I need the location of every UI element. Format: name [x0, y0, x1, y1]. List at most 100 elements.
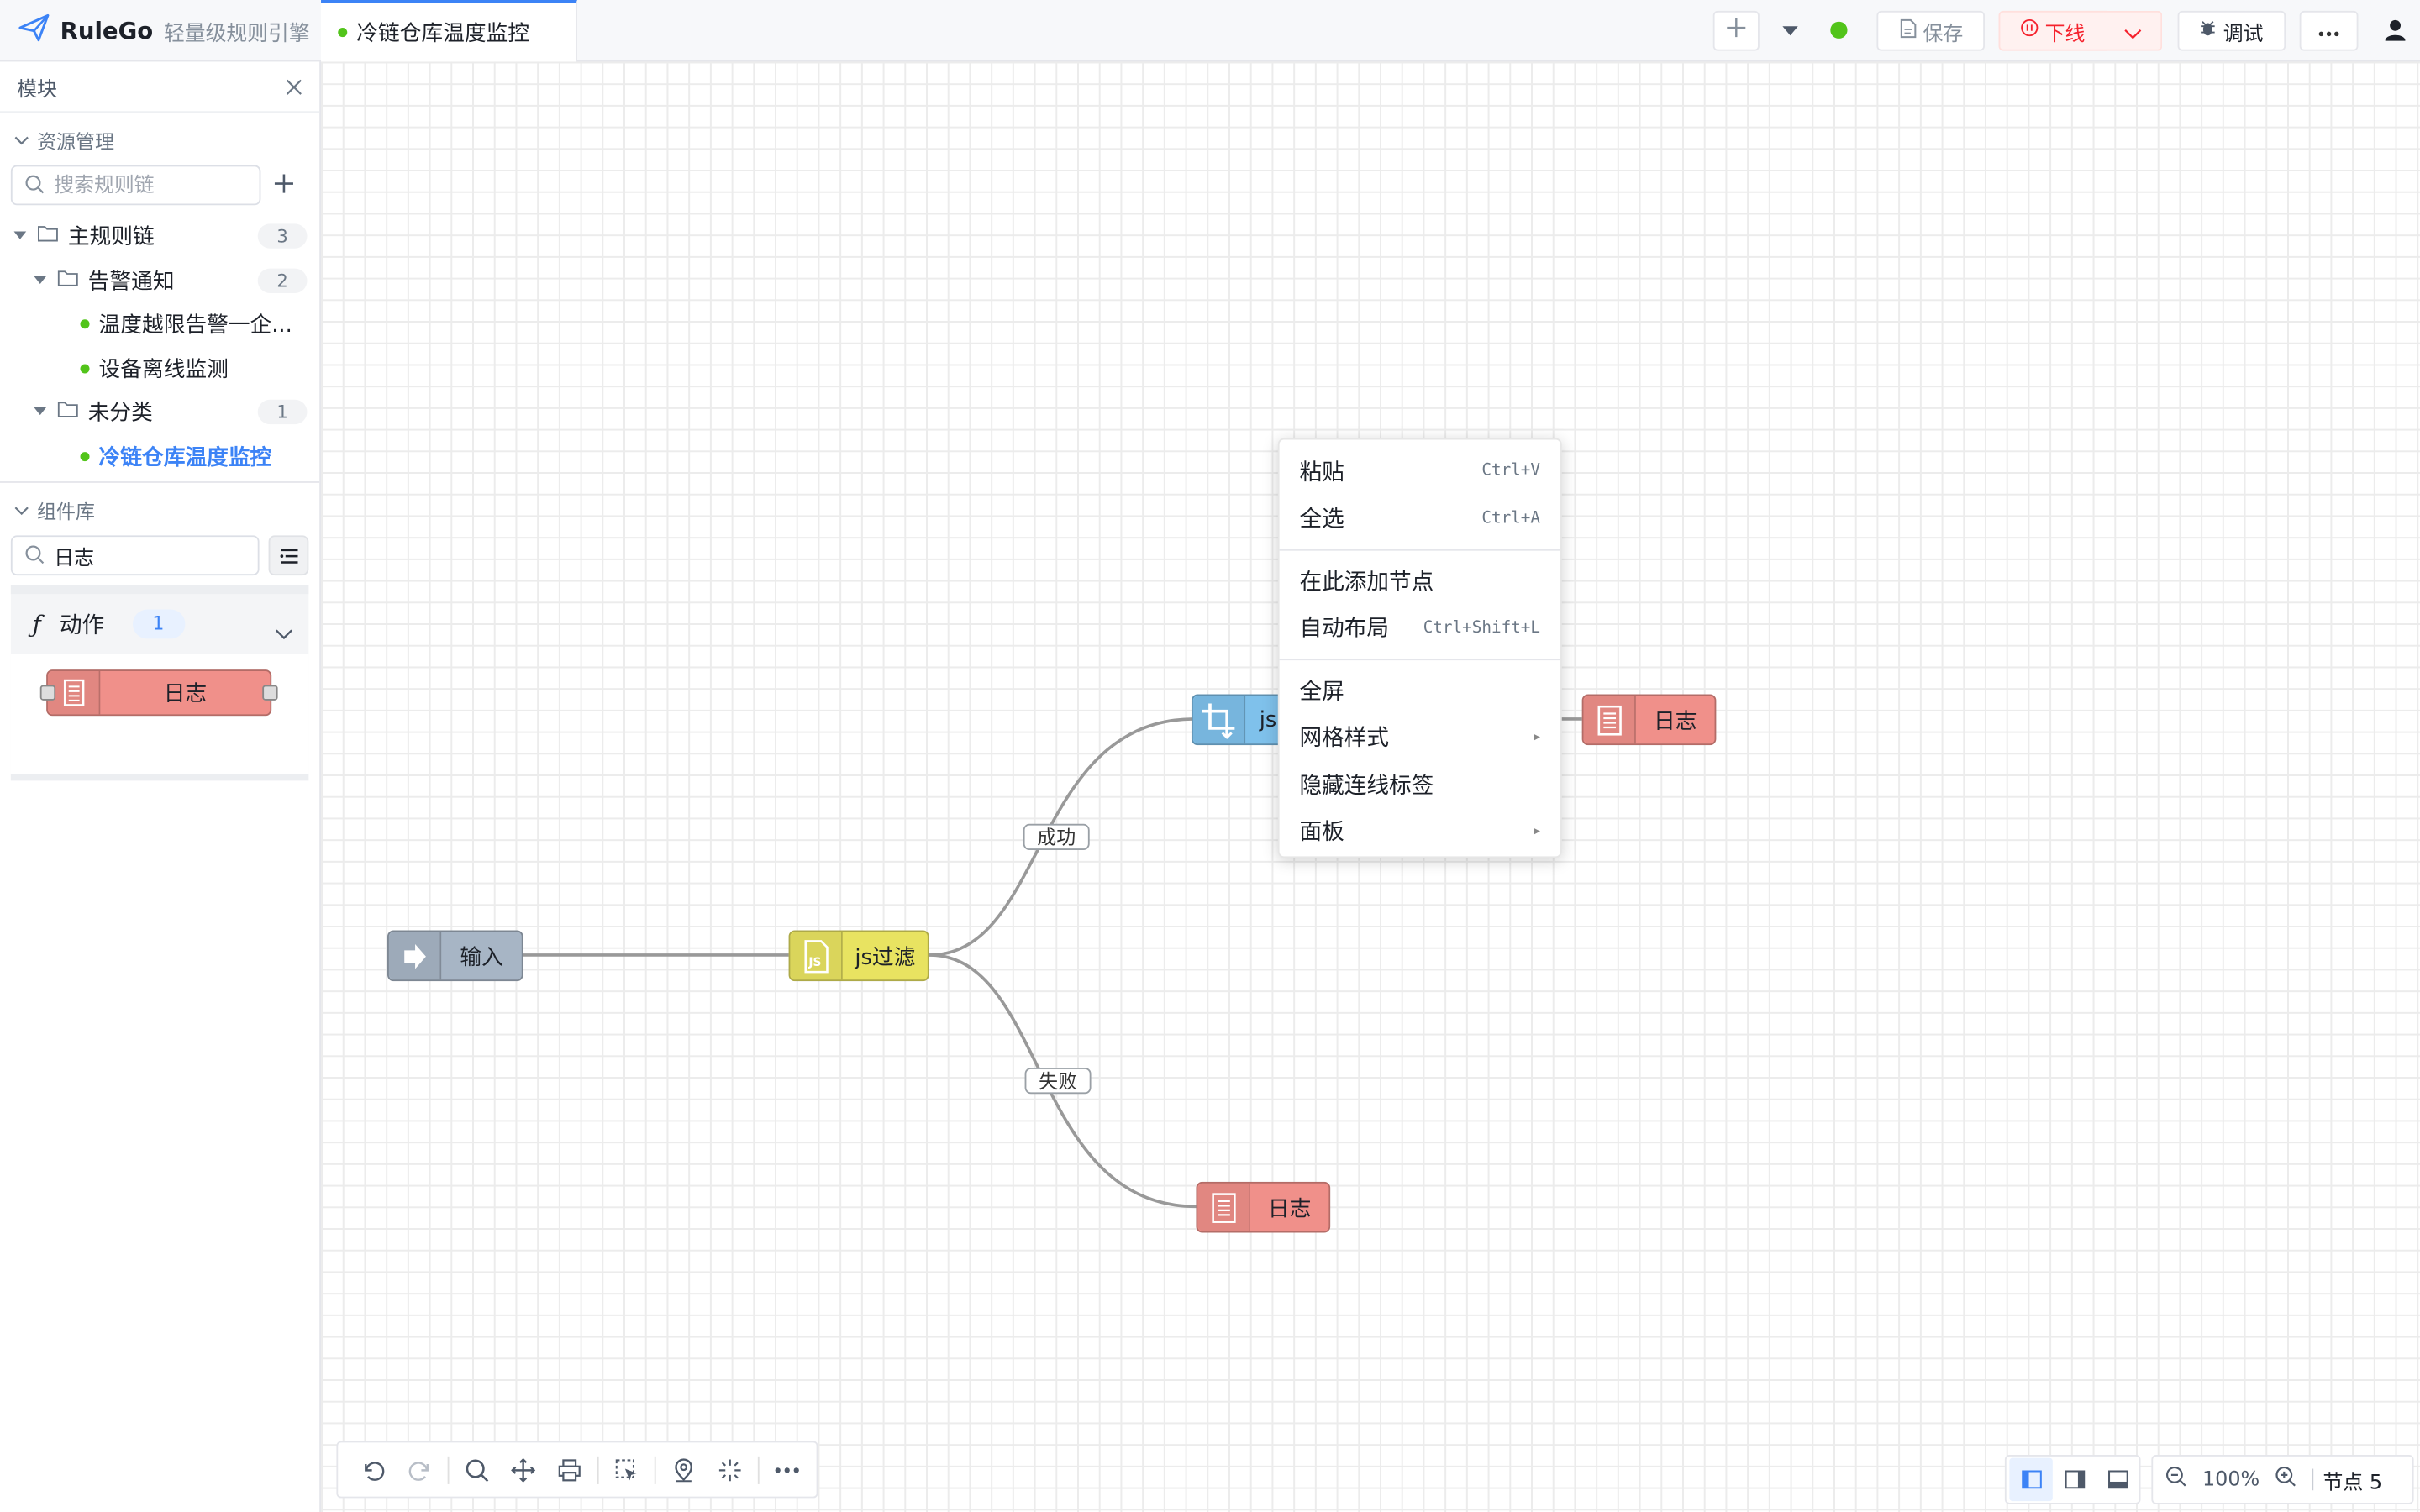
save-label: 保存 [1923, 22, 1964, 46]
component-search-input[interactable] [54, 543, 247, 567]
edge-label-failure[interactable]: 失败 [1024, 1067, 1092, 1095]
tree-folder-main[interactable]: 主规则链 3 [0, 214, 319, 258]
component-section-toggle[interactable]: 组件库 [0, 483, 319, 535]
bug-icon [2200, 18, 2217, 43]
offline-dropdown[interactable] [2103, 10, 2163, 51]
status-divider [2312, 1468, 2314, 1491]
zoom-search-icon[interactable] [454, 1446, 500, 1493]
group-header[interactable]: ƒ 动作 1 [11, 594, 308, 654]
move-icon[interactable] [500, 1446, 546, 1493]
right-panel-icon[interactable] [2053, 1458, 2096, 1501]
tab-label: 冷链仓库温度监控 [356, 21, 529, 47]
redo-icon[interactable] [397, 1446, 443, 1493]
rule-chain-search-input[interactable] [54, 173, 247, 197]
left-panel-icon[interactable] [2009, 1457, 2053, 1502]
tree-item-cold-chain[interactable]: 冷链仓库温度监控 [0, 434, 319, 478]
locate-icon[interactable] [660, 1446, 707, 1493]
print-icon[interactable] [546, 1446, 592, 1493]
component-search-box [10, 535, 260, 576]
more-icon[interactable] [764, 1446, 810, 1493]
plus-icon [1725, 17, 1747, 45]
app-window: RuleGo 轻量级规则引擎 冷链仓库温度监控 保存 下线 调试 模块 资源管理… [0, 0, 2420, 1512]
search-icon [24, 541, 45, 570]
menu-item-label: 面板 [1299, 821, 1344, 846]
tree-label: 温度越限告警一企... [98, 313, 292, 339]
node-input[interactable]: 输入 [387, 930, 523, 982]
brand-name: RuleGo [60, 17, 154, 45]
menu-item-hide-edge-labels[interactable]: 隐藏连线标签 [1280, 760, 1560, 807]
count-badge: 1 [257, 399, 308, 425]
menu-item-add-node[interactable]: 在此添加节点 [1280, 557, 1560, 604]
node-label: 日志 [1654, 708, 1697, 734]
caret-down-icon [33, 268, 48, 292]
menu-item-label: 在此添加节点 [1299, 570, 1434, 596]
crop-transform-icon [1192, 696, 1246, 744]
menu-item-label: 全选 [1299, 507, 1344, 533]
node-log-bottom[interactable]: 日志 [1196, 1181, 1331, 1233]
resource-section-toggle[interactable]: 资源管理 [0, 113, 319, 165]
status-dot [80, 364, 90, 374]
tree-label: 主规则链 [67, 225, 155, 251]
add-rule-chain-icon[interactable] [273, 171, 295, 200]
undo-icon[interactable] [350, 1446, 397, 1493]
chevron-down-icon [14, 128, 29, 151]
input-arrow-icon [388, 932, 442, 980]
pause-circle-icon [2020, 18, 2039, 43]
menu-item-shortcut: Ctrl+Shift+L [1423, 618, 1541, 638]
zoom-in-icon[interactable] [2275, 1466, 2297, 1494]
brand-subtitle: 轻量级规则引擎 [164, 21, 310, 47]
component-search-row [0, 535, 319, 576]
menu-item-select-all[interactable]: 全选 Ctrl+A [1280, 495, 1560, 542]
tree-folder-uncategorized[interactable]: 未分类 1 [0, 391, 319, 434]
palette-node-log[interactable]: 日志 [39, 669, 278, 717]
menu-item-label: 粘贴 [1299, 460, 1344, 486]
menu-item-auto-layout[interactable]: 自动布局 Ctrl+Shift+L [1280, 604, 1560, 651]
node-log-top[interactable]: 日志 [1581, 694, 1717, 746]
tab-rule-chain[interactable]: 冷链仓库温度监控 [321, 0, 577, 62]
chevron-down-icon [14, 497, 29, 521]
rule-chain-search-box [10, 165, 261, 206]
tree-label: 冷链仓库温度监控 [98, 445, 272, 470]
list-view-button[interactable] [268, 535, 309, 576]
sidebar: 模块 资源管理 主规则链 3 告警通知 [0, 61, 322, 1512]
file-icon [1898, 18, 1917, 44]
menu-item-fullscreen[interactable]: 全屏 [1280, 666, 1560, 713]
context-menu: 粘贴 Ctrl+V 全选 Ctrl+A 在此添加节点 自动布局 Ctrl+Shi… [1277, 438, 1562, 858]
sparkle-icon[interactable] [707, 1446, 753, 1493]
component-group-action: ƒ 动作 1 日志 [10, 585, 309, 781]
save-button[interactable]: 保存 [1876, 10, 1985, 51]
tree-item-device-offline[interactable]: 设备离线监测 [0, 346, 319, 390]
more-button[interactable] [2299, 10, 2359, 51]
svg-text:JS: JS [808, 955, 821, 969]
bottom-panel-icon[interactable] [2096, 1458, 2139, 1501]
close-icon[interactable] [286, 71, 302, 101]
add-tab-button[interactable] [1712, 10, 1760, 51]
caret-down-icon [33, 400, 48, 424]
caret-down-icon[interactable] [1780, 18, 1802, 48]
count-badge: 2 [257, 267, 308, 293]
tree-folder-alerts[interactable]: 告警通知 2 [0, 259, 319, 302]
search-icon [24, 171, 45, 200]
log-icon [47, 670, 101, 715]
sidebar-title: 模块 [17, 77, 57, 102]
top-bar: RuleGo 轻量级规则引擎 冷链仓库温度监控 保存 下线 调试 [0, 0, 2420, 62]
debug-button[interactable]: 调试 [2177, 10, 2286, 51]
node-label: 输入 [460, 944, 503, 970]
edge-label-success[interactable]: 成功 [1023, 823, 1090, 851]
menu-item-grid-style[interactable]: 网格样式 ▸ [1280, 713, 1560, 760]
node-label: js过滤 [855, 944, 916, 970]
user-icon[interactable] [2385, 18, 2407, 48]
menu-item-panel[interactable]: 面板 ▸ [1280, 808, 1560, 855]
box-select-icon[interactable] [603, 1446, 650, 1493]
node-count: 节点 5 [2323, 1471, 2383, 1494]
toolbar-divider [597, 1455, 599, 1483]
log-icon [1197, 1183, 1250, 1231]
menu-item-paste[interactable]: 粘贴 Ctrl+V [1280, 448, 1560, 495]
caret-down-icon [13, 224, 28, 249]
offline-button[interactable]: 下线 [1998, 10, 2107, 51]
tree-item-temp-alert[interactable]: 温度越限告警一企... [0, 302, 319, 346]
zoom-out-icon[interactable] [2165, 1466, 2187, 1494]
canvas-toolbar [336, 1441, 818, 1499]
node-js-filter[interactable]: JS js过滤 [788, 930, 929, 982]
brand: RuleGo 轻量级规则引擎 [18, 0, 310, 61]
